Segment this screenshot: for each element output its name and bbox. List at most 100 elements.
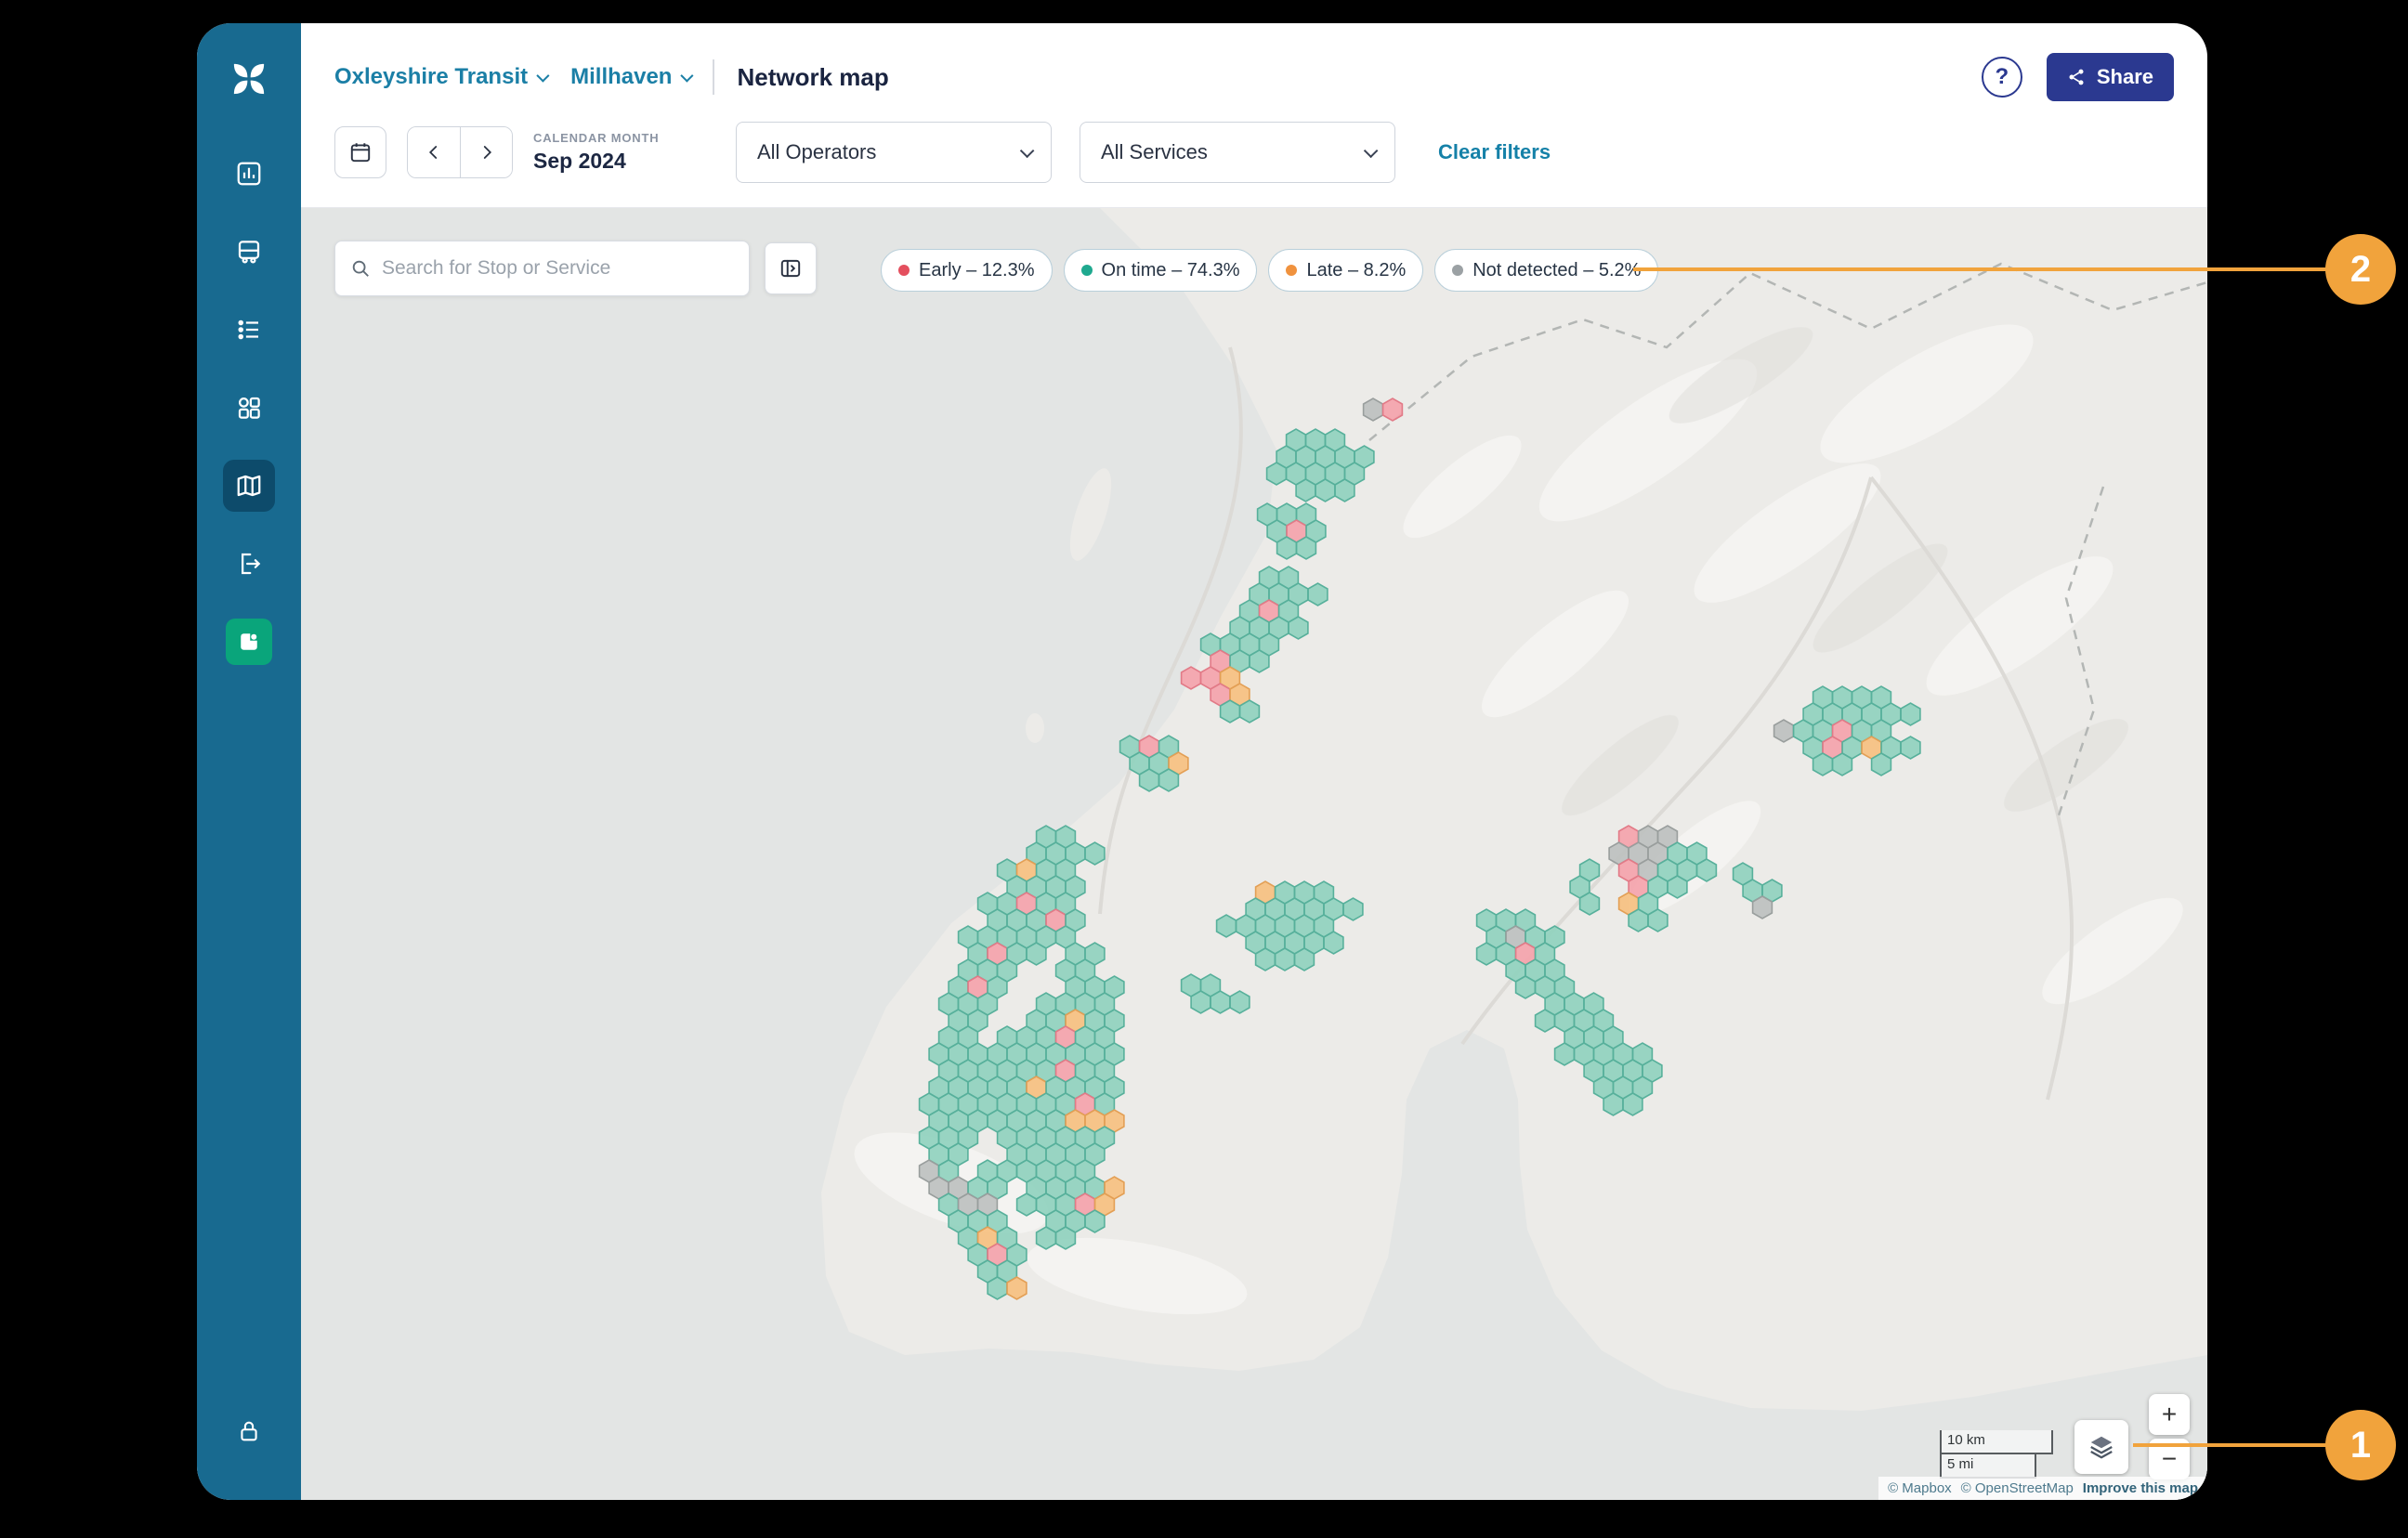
hex-bin[interactable] xyxy=(988,1277,1007,1299)
sidebar-item-partner-app[interactable] xyxy=(223,616,275,668)
legend-chip[interactable]: Early – 12.3% xyxy=(881,249,1053,292)
chevron-down-icon xyxy=(681,70,694,83)
org-selector[interactable]: Oxleyshire Transit xyxy=(334,64,546,90)
hex-bin[interactable] xyxy=(1872,753,1891,776)
hex-bin[interactable] xyxy=(1315,479,1335,502)
hex-bin[interactable] xyxy=(1555,1043,1575,1065)
hex-bin[interactable] xyxy=(1364,398,1383,421)
hex-bin[interactable] xyxy=(1017,1193,1037,1216)
hex-bin[interactable] xyxy=(1085,1210,1105,1232)
mapbox-attribution-link[interactable]: © Mapbox xyxy=(1888,1480,1952,1496)
chevron-down-icon xyxy=(536,70,549,83)
region-selector[interactable]: Millhaven xyxy=(570,64,690,90)
hex-bin[interactable] xyxy=(1516,976,1536,998)
hex-bin[interactable] xyxy=(1629,909,1648,932)
legend-chip-label: Not detected – 5.2% xyxy=(1472,260,1641,281)
legend-chip[interactable]: Late – 8.2% xyxy=(1268,249,1423,292)
hex-bin[interactable] xyxy=(1250,650,1269,672)
sidebar-item-analytics[interactable] xyxy=(223,148,275,200)
hex-bin[interactable] xyxy=(1217,915,1237,937)
hex-bin[interactable] xyxy=(1027,943,1046,965)
hex-bin[interactable] xyxy=(1901,736,1920,759)
hex-bin[interactable] xyxy=(1833,753,1852,776)
shapes-grid-icon xyxy=(235,394,263,422)
hex-bin[interactable] xyxy=(1267,463,1287,485)
hex-bin[interactable] xyxy=(1813,753,1833,776)
list-icon xyxy=(235,316,263,344)
hex-bin[interactable] xyxy=(1085,842,1105,865)
hex-bin[interactable] xyxy=(1230,991,1250,1013)
map-icon xyxy=(235,472,263,500)
search-input[interactable] xyxy=(382,257,734,280)
hex-bin[interactable] xyxy=(1648,909,1668,932)
hex-bin[interactable] xyxy=(1240,700,1260,723)
legend-dot-icon xyxy=(898,265,910,276)
sidebar-item-vehicles[interactable] xyxy=(223,226,275,278)
hex-bin[interactable] xyxy=(1289,617,1308,639)
layers-button[interactable] xyxy=(2074,1420,2128,1474)
search-icon xyxy=(350,258,371,279)
hex-bin[interactable] xyxy=(1295,948,1315,971)
clear-filters-link[interactable]: Clear filters xyxy=(1438,140,1551,164)
legend-chip[interactable]: Not detected – 5.2% xyxy=(1434,249,1658,292)
region-name-label: Millhaven xyxy=(570,64,672,90)
hex-bin[interactable] xyxy=(1256,948,1276,971)
hex-bin[interactable] xyxy=(1140,769,1159,791)
operators-dropdown[interactable]: All Operators xyxy=(736,122,1052,183)
calendar-month-display: CALENDAR MONTH Sep 2024 xyxy=(533,131,693,174)
next-month-button[interactable] xyxy=(460,127,512,177)
hex-bin[interactable] xyxy=(1007,1277,1027,1299)
map-canvas[interactable]: Early – 12.3% On time – 74.3%Late – 8.2% N… xyxy=(301,208,2207,1500)
hex-bin[interactable] xyxy=(1536,1010,1555,1032)
hex-bin[interactable] xyxy=(1191,991,1211,1013)
help-label: ? xyxy=(1996,64,2009,90)
hex-bin[interactable] xyxy=(1297,537,1316,559)
legend-chip[interactable]: On time – 74.3% xyxy=(1064,249,1258,292)
hex-bin[interactable] xyxy=(1182,667,1201,689)
sidebar-item-routes[interactable] xyxy=(223,304,275,356)
improve-map-link[interactable]: Improve this map xyxy=(2083,1480,2198,1496)
hex-bin[interactable] xyxy=(1056,1227,1076,1249)
zoom-in-button[interactable]: + xyxy=(2149,1394,2190,1435)
calendar-month-value: Sep 2024 xyxy=(533,149,693,174)
hex-bin[interactable] xyxy=(1603,1093,1623,1115)
hex-bin[interactable] xyxy=(1753,896,1773,919)
hex-bin[interactable] xyxy=(1221,700,1240,723)
hex-bin[interactable] xyxy=(1296,479,1315,502)
hex-bin[interactable] xyxy=(1697,859,1717,881)
map-scale-km: 10 km xyxy=(1940,1430,2053,1454)
hex-bin[interactable] xyxy=(1343,898,1363,920)
services-dropdown[interactable]: All Services xyxy=(1080,122,1395,183)
panel-expand-icon xyxy=(779,256,803,280)
calendar-button[interactable] xyxy=(334,126,386,178)
hex-bin[interactable] xyxy=(1623,1093,1642,1115)
previous-month-button[interactable] xyxy=(408,127,460,177)
hex-bin[interactable] xyxy=(1477,943,1497,965)
hex-bin[interactable] xyxy=(1037,1227,1056,1249)
logo-icon xyxy=(229,59,269,99)
hex-bin[interactable] xyxy=(1668,876,1687,898)
hex-bin[interactable] xyxy=(1276,948,1295,971)
hex-bin[interactable] xyxy=(1308,583,1328,606)
map-attribution: © Mapbox © OpenStreetMap Improve this ma… xyxy=(1878,1477,2207,1500)
hex-bin[interactable] xyxy=(1901,703,1920,725)
sidebar-item-logout[interactable] xyxy=(223,538,275,590)
hex-bin[interactable] xyxy=(1774,720,1794,742)
hex-bin[interactable] xyxy=(1277,537,1297,559)
hex-bin[interactable] xyxy=(1324,932,1343,954)
expand-panel-button[interactable] xyxy=(765,242,817,294)
services-dropdown-value: All Services xyxy=(1101,140,1208,164)
hex-bin[interactable] xyxy=(1335,479,1354,502)
hex-bin[interactable] xyxy=(1211,991,1230,1013)
hex-bin[interactable] xyxy=(1159,769,1179,791)
hex-bin[interactable] xyxy=(1580,893,1600,915)
chevron-left-icon xyxy=(425,144,442,161)
sidebar-item-apps[interactable] xyxy=(223,382,275,434)
sidebar-item-lock[interactable] xyxy=(223,1405,275,1457)
legend-dot-icon xyxy=(1081,265,1093,276)
share-button[interactable]: Share xyxy=(2047,53,2174,101)
osm-attribution-link[interactable]: © OpenStreetMap xyxy=(1961,1480,2074,1496)
help-button[interactable]: ? xyxy=(1982,57,2022,98)
hex-bin[interactable] xyxy=(1383,398,1403,421)
sidebar-item-network-map[interactable] xyxy=(223,460,275,512)
